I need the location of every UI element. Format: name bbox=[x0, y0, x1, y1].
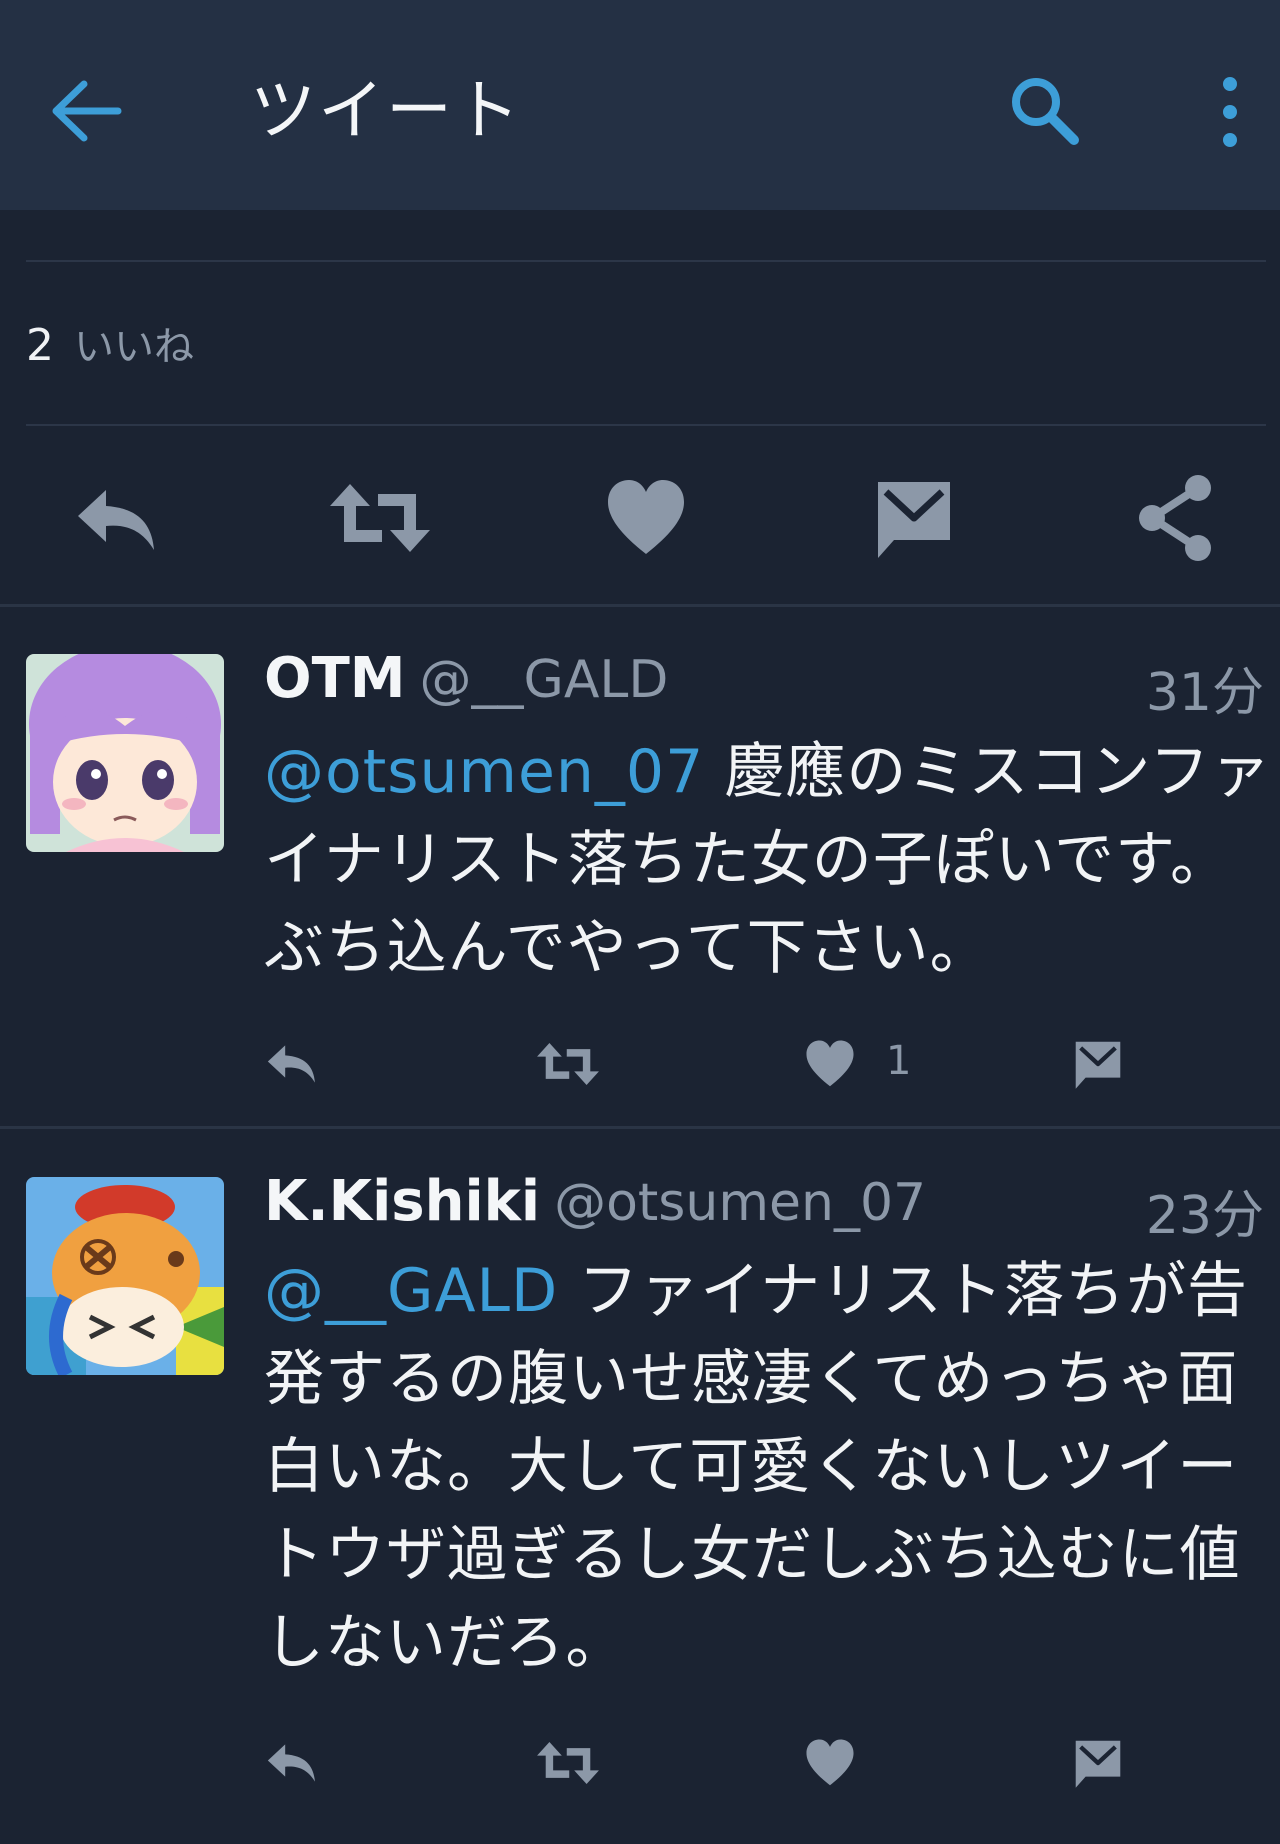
divider bbox=[26, 424, 1266, 426]
timestamp: 23分 bbox=[1145, 1186, 1264, 1246]
divider bbox=[26, 260, 1266, 262]
app-bar: ツイート bbox=[0, 0, 1280, 210]
more-vert-icon[interactable] bbox=[1210, 72, 1250, 152]
page-title: ツイート bbox=[250, 72, 522, 149]
user-handle[interactable]: @__GALD bbox=[420, 650, 669, 710]
likes-count: 2 bbox=[26, 320, 54, 371]
tweet-reply[interactable]: OTM @__GALD 31分 @otsumen_07 慶應のミスコンファイナリス… bbox=[0, 606, 1280, 1126]
tweet-text: @__GALD ファイナリスト落ちが告発するの腹いせ感凄くてめっちゃ面白いな。大… bbox=[264, 1247, 1274, 1687]
mention-link[interactable]: @__GALD bbox=[264, 1256, 558, 1326]
likes-stat[interactable]: 2 いいね bbox=[26, 316, 194, 377]
likes-label: いいね bbox=[74, 324, 194, 370]
display-name[interactable]: K.Kishiki bbox=[264, 1169, 540, 1234]
retweet-icon[interactable] bbox=[534, 1038, 602, 1090]
reply-icon[interactable] bbox=[264, 1038, 320, 1090]
retweet-icon[interactable] bbox=[534, 1737, 602, 1789]
reply-icon[interactable] bbox=[264, 1737, 320, 1789]
tweet-header: K.Kishiki @otsumen_07 bbox=[264, 1169, 1264, 1239]
user-handle[interactable]: @otsumen_07 bbox=[554, 1173, 926, 1233]
share-icon[interactable] bbox=[1136, 470, 1216, 566]
dm-icon[interactable] bbox=[1072, 1737, 1124, 1789]
retweet-icon[interactable] bbox=[326, 470, 434, 566]
tweet-header: OTM @__GALD bbox=[264, 646, 1264, 716]
back-arrow-icon[interactable] bbox=[48, 76, 124, 146]
avatar[interactable] bbox=[26, 654, 224, 852]
search-icon[interactable] bbox=[1006, 72, 1084, 150]
heart-icon[interactable] bbox=[804, 1038, 856, 1090]
heart-icon[interactable] bbox=[804, 1737, 856, 1789]
display-name[interactable]: OTM bbox=[264, 646, 406, 711]
tweet-reply[interactable]: K.Kishiki @otsumen_07 23分 @__GALD ファイナリスト… bbox=[0, 1129, 1280, 1844]
mention-link[interactable]: @otsumen_07 bbox=[264, 737, 704, 807]
like-count: 1 bbox=[886, 1038, 912, 1084]
timestamp: 31分 bbox=[1145, 663, 1264, 723]
tweet-text: @otsumen_07 慶應のミスコンファイナリスト落ちた女の子ぽいです。ぶち込… bbox=[264, 728, 1274, 992]
avatar[interactable] bbox=[26, 1177, 224, 1375]
heart-icon[interactable] bbox=[604, 470, 688, 566]
dm-icon[interactable] bbox=[1072, 1038, 1124, 1090]
reply-icon[interactable] bbox=[72, 470, 162, 566]
dm-icon[interactable] bbox=[872, 470, 956, 566]
